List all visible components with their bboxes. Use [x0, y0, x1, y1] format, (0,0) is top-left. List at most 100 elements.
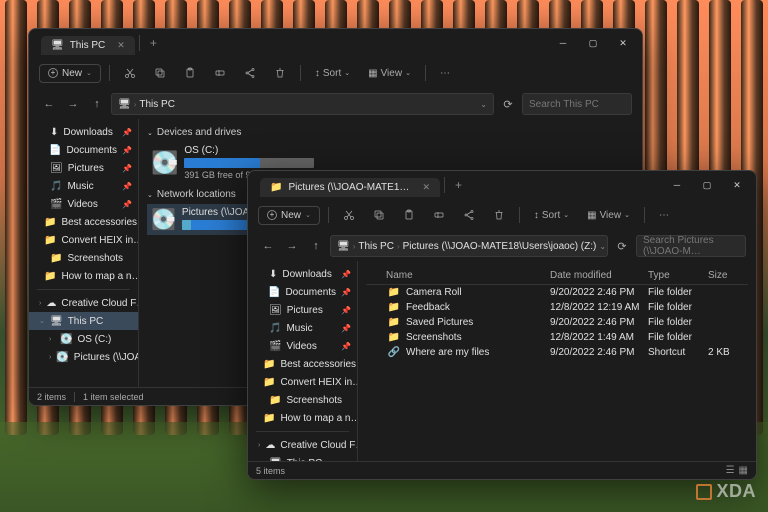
forward-button[interactable]: →	[282, 236, 302, 256]
refresh-button[interactable]: ⟳	[612, 236, 632, 256]
devices-header[interactable]: ⌄Devices and drives	[147, 127, 634, 138]
crumb[interactable]: This PC	[139, 99, 175, 110]
sort-button[interactable]: ↕ Sort ⌄	[309, 65, 356, 82]
sidebar-item[interactable]: 📁Best accessories	[248, 355, 357, 373]
col-name[interactable]: Name	[382, 270, 550, 281]
sidebar-item[interactable]: 📄Documents📌	[29, 141, 138, 159]
sidebar-item[interactable]: ›☁Creative Cloud F…	[248, 436, 357, 454]
file-row[interactable]: 📁Feedback12/8/2022 12:19 AMFile folder	[366, 300, 748, 315]
file-row[interactable]: 📁Screenshots12/8/2022 1:49 AMFile folder	[366, 330, 748, 345]
sidebar-item[interactable]: 🎵Music📌	[248, 319, 357, 337]
maximize-button[interactable]: ▢	[578, 29, 608, 57]
sidebar-item[interactable]: 🖼Pictures📌	[248, 301, 357, 319]
titlebar[interactable]: 🖥 This PC ✕ + ─ ▢ ✕	[29, 29, 642, 57]
chevron-down-icon[interactable]: ⌄	[480, 100, 487, 109]
view-button[interactable]: ▦ View ⌄	[362, 65, 417, 82]
chevron-icon[interactable]: ⌄	[39, 317, 45, 325]
details-view-icon[interactable]: ☰	[726, 465, 735, 476]
sidebar-item[interactable]: ⌄🖥This PC	[29, 312, 138, 330]
crumb[interactable]: Pictures (\\JOAO-MATE18\Users\joaoc) (Z:…	[403, 241, 597, 252]
sidebar-label: Music	[286, 323, 312, 334]
view-button[interactable]: ▦ View ⌄	[581, 207, 636, 224]
add-tab-button[interactable]: +	[447, 174, 470, 196]
tab-label: Pictures (\\JOAO-MATE18\Use…	[288, 182, 410, 193]
search-input[interactable]: Search Pictures (\\JOAO-M…	[636, 235, 746, 257]
sidebar-item[interactable]: ›💽OS (C:)	[29, 330, 138, 348]
sidebar-item[interactable]: ⌄🖥This PC	[248, 454, 357, 461]
sidebar-item[interactable]: 🎵Music📌	[29, 177, 138, 195]
sidebar-item[interactable]: 📁Convert HEIX in…	[248, 373, 357, 391]
tab-pictures[interactable]: 📁 Pictures (\\JOAO-MATE18\Use… ✕	[260, 178, 440, 197]
sidebar-item[interactable]: ›☁Creative Cloud F…	[29, 294, 138, 312]
minimize-button[interactable]: ─	[662, 171, 692, 199]
delete-button[interactable]	[487, 206, 511, 224]
item-count: 5 items	[256, 466, 285, 476]
share-button[interactable]	[238, 64, 262, 82]
column-headers[interactable]: Name Date modified Type Size	[366, 267, 748, 285]
crumb[interactable]: This PC	[358, 241, 394, 252]
sidebar-item[interactable]: 📁Screenshots	[29, 249, 138, 267]
chevron-icon[interactable]: ›	[39, 300, 41, 307]
new-button[interactable]: +New ⌄	[258, 206, 320, 225]
sidebar-item[interactable]: 📁Screenshots	[248, 391, 357, 409]
file-type: File folder	[648, 287, 708, 298]
search-input[interactable]: Search This PC	[522, 93, 632, 115]
file-row[interactable]: 📁Saved Pictures9/20/2022 2:46 PMFile fol…	[366, 315, 748, 330]
up-button[interactable]: ↑	[87, 94, 107, 114]
close-button[interactable]: ✕	[608, 29, 638, 57]
sidebar-item[interactable]: ⬇Downloads📌	[29, 123, 138, 141]
refresh-button[interactable]: ⟳	[498, 94, 518, 114]
tab-thispc[interactable]: 🖥 This PC ✕	[41, 36, 135, 55]
sidebar-item[interactable]: 📁Convert HEIX in…	[29, 231, 138, 249]
col-size[interactable]: Size	[708, 270, 748, 281]
sidebar-item[interactable]: 🖼Pictures📌	[29, 159, 138, 177]
sort-button[interactable]: ↕ Sort ⌄	[528, 207, 575, 224]
sidebar-item[interactable]: 📁How to map a n…	[29, 267, 138, 285]
file-row[interactable]: 🔗Where are my files9/20/2022 2:46 PMShor…	[366, 345, 748, 360]
cut-button[interactable]	[118, 64, 142, 82]
toolbar: +New ⌄ ↕ Sort ⌄ ▦ View ⌄ ⋯	[248, 199, 756, 231]
new-button[interactable]: +New ⌄	[39, 64, 101, 83]
sidebar-icon: ⬇	[50, 127, 58, 138]
more-button[interactable]: ⋯	[653, 207, 675, 224]
back-button[interactable]: ←	[39, 94, 59, 114]
sidebar-item[interactable]: 📁How to map a n…	[248, 409, 357, 427]
pin-icon: 📌	[341, 270, 351, 279]
close-tab-icon[interactable]: ✕	[422, 182, 430, 193]
file-row[interactable]: 📁Camera Roll9/20/2022 2:46 PMFile folder	[366, 285, 748, 300]
titlebar[interactable]: 📁 Pictures (\\JOAO-MATE18\Use… ✕ + ─ ▢ ✕	[248, 171, 756, 199]
close-button[interactable]: ✕	[722, 171, 752, 199]
share-button[interactable]	[457, 206, 481, 224]
sidebar-item[interactable]: 🎬Videos📌	[29, 195, 138, 213]
breadcrumb[interactable]: 🖥› This PC› Pictures (\\JOAO-MATE18\User…	[330, 235, 608, 257]
maximize-button[interactable]: ▢	[692, 171, 722, 199]
rename-button[interactable]	[427, 206, 451, 224]
up-button[interactable]: ↑	[306, 236, 326, 256]
rename-button[interactable]	[208, 64, 232, 82]
paste-button[interactable]	[178, 64, 202, 82]
back-button[interactable]: ←	[258, 236, 278, 256]
forward-button[interactable]: →	[63, 94, 83, 114]
cut-button[interactable]	[337, 206, 361, 224]
more-button[interactable]: ⋯	[434, 65, 456, 82]
col-date[interactable]: Date modified	[550, 270, 648, 281]
col-type[interactable]: Type	[648, 270, 708, 281]
breadcrumb[interactable]: 🖥› This PC ⌄	[111, 93, 494, 115]
sidebar-item[interactable]: 🎬Videos📌	[248, 337, 357, 355]
delete-button[interactable]	[268, 64, 292, 82]
sidebar-item[interactable]: 📁Best accessories	[29, 213, 138, 231]
copy-button[interactable]	[148, 64, 172, 82]
paste-button[interactable]	[397, 206, 421, 224]
add-tab-button[interactable]: +	[142, 32, 165, 54]
close-tab-icon[interactable]: ✕	[117, 40, 125, 51]
copy-button[interactable]	[367, 206, 391, 224]
grid-view-icon[interactable]: ▦	[739, 465, 748, 476]
sidebar-item[interactable]: 📄Documents📌	[248, 283, 357, 301]
sidebar-item[interactable]: ›💽Pictures (\\JOA…	[29, 348, 138, 366]
chevron-down-icon[interactable]: ⌄	[599, 242, 606, 251]
chevron-icon[interactable]: ›	[258, 442, 260, 449]
content-pane[interactable]: Name Date modified Type Size 📁Camera Rol…	[358, 261, 756, 461]
sidebar-item[interactable]: ⬇Downloads📌	[248, 265, 357, 283]
minimize-button[interactable]: ─	[548, 29, 578, 57]
sidebar: ⬇Downloads📌📄Documents📌🖼Pictures📌🎵Music📌🎬…	[29, 119, 139, 387]
